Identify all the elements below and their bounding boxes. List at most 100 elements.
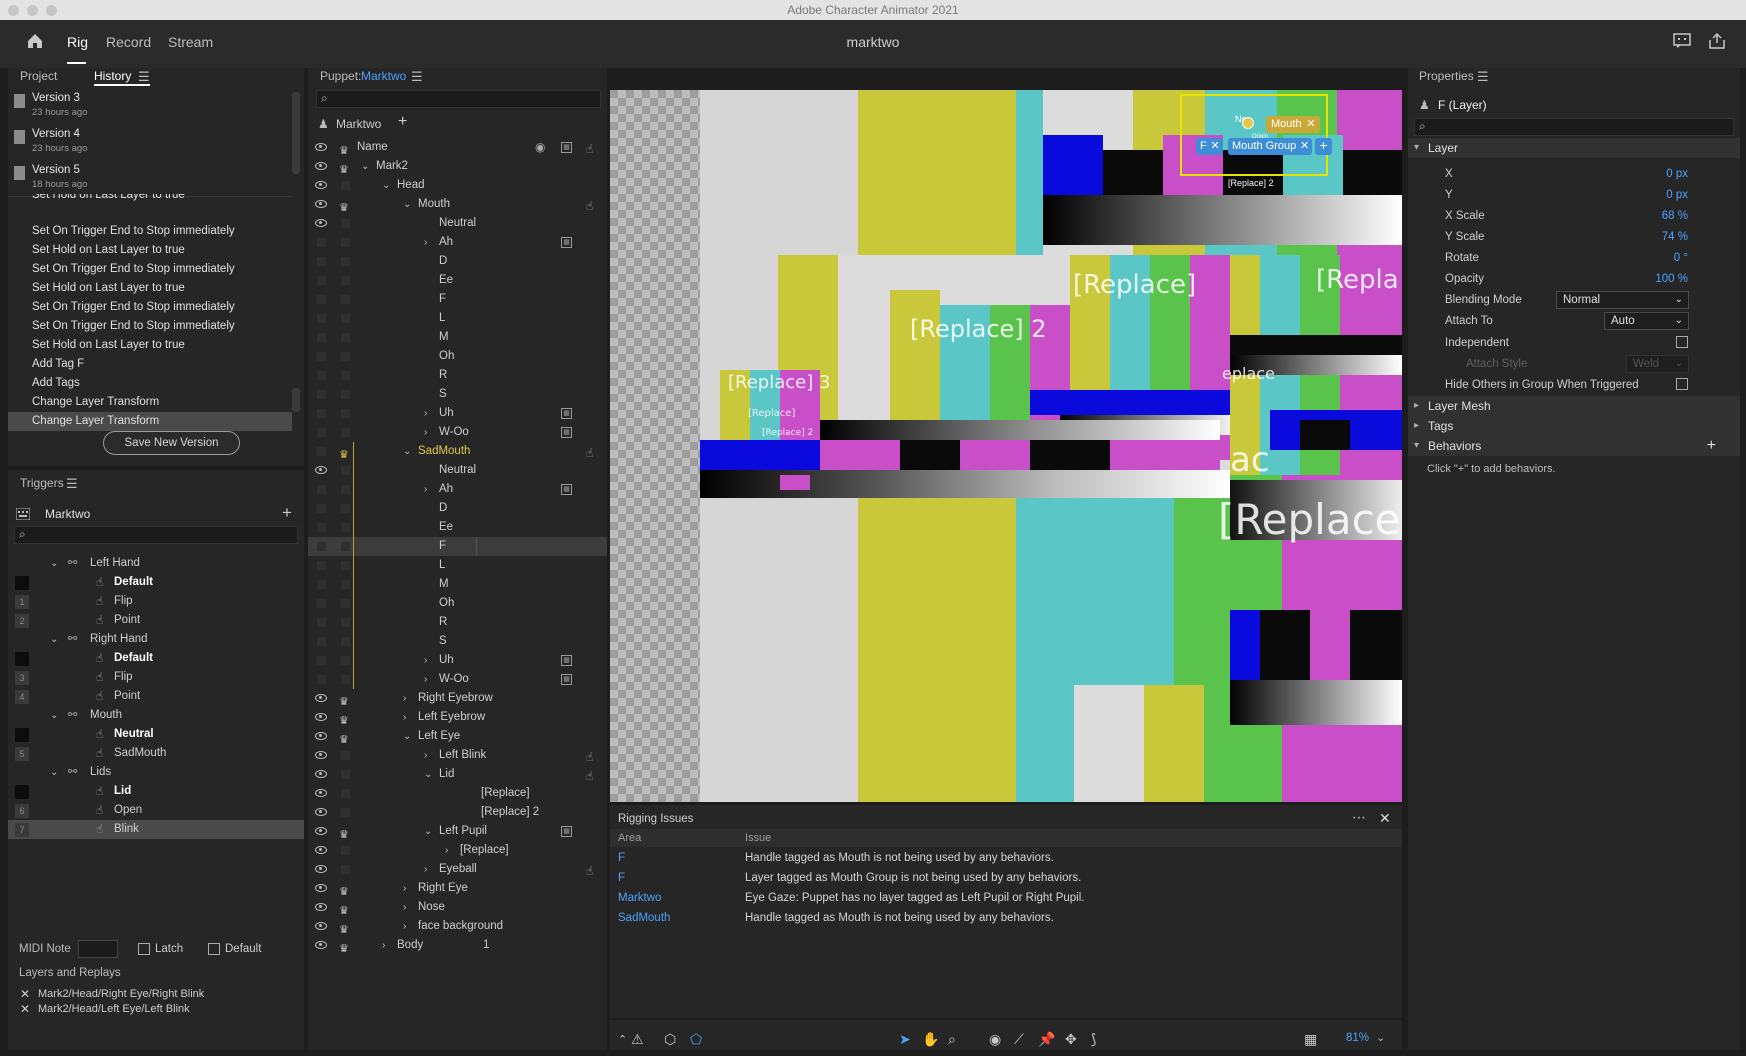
version-item[interactable]: Version 5 18 hours ago: [8, 162, 292, 196]
history-item[interactable]: Add Tag F: [8, 355, 292, 374]
independence-toggle[interactable]: [341, 637, 350, 646]
visibility-toggle[interactable]: [317, 675, 326, 684]
independence-toggle[interactable]: [341, 789, 350, 798]
eye-icon[interactable]: [315, 694, 327, 702]
chevron-down-icon[interactable]: ⌄: [50, 630, 58, 649]
close-icon[interactable]: ✕: [1211, 138, 1220, 155]
layer-row[interactable]: D: [308, 252, 607, 271]
layer-row[interactable]: M: [308, 328, 607, 347]
triggers-search-input[interactable]: ⌕: [14, 526, 298, 544]
visibility-toggle[interactable]: [317, 257, 326, 266]
grid-icon[interactable]: ▦: [561, 826, 572, 837]
chevron-down-icon[interactable]: ⌄: [424, 822, 432, 841]
layer-row[interactable]: Ee: [308, 271, 607, 290]
history-item[interactable]: Set Hold on Last Layer to true: [8, 241, 292, 260]
eye-icon[interactable]: [315, 219, 327, 227]
crown-icon[interactable]: ♛: [339, 940, 349, 959]
more-options-icon[interactable]: ⋯: [1352, 809, 1366, 826]
visibility-toggle[interactable]: [317, 238, 326, 247]
trigger-group[interactable]: ⌄ ⚯ Mouth: [8, 706, 304, 725]
visibility-toggle[interactable]: [317, 276, 326, 285]
rotate-value[interactable]: 0 °: [1600, 252, 1688, 264]
trigger-item[interactable]: ☝ Neutral: [8, 725, 304, 744]
eye-icon[interactable]: [315, 200, 327, 208]
eye-icon[interactable]: [315, 827, 327, 835]
eye-icon[interactable]: [315, 846, 327, 854]
eye-icon[interactable]: [315, 751, 327, 759]
chevron-down-icon[interactable]: ⌄: [50, 706, 58, 725]
trigger-item[interactable]: 6 ☝ Open: [8, 801, 304, 820]
trigger-item[interactable]: 5 ☝ SadMouth: [8, 744, 304, 763]
independence-toggle[interactable]: [341, 485, 350, 494]
independence-toggle[interactable]: [341, 295, 350, 304]
layer-row[interactable]: Oh: [308, 594, 607, 613]
chevron-right-icon[interactable]: ›: [403, 879, 406, 898]
puppet-search-input[interactable]: ⌕: [316, 90, 601, 108]
layer-row[interactable]: ♛ ⌄ Left Eye: [308, 727, 607, 746]
transparency-grid-icon[interactable]: ▦: [1304, 1031, 1317, 1048]
independence-toggle[interactable]: [341, 770, 350, 779]
chevron-right-icon[interactable]: ›: [403, 689, 406, 708]
trigger-key[interactable]: 4: [15, 690, 29, 704]
selection-tool-icon[interactable]: ➤: [899, 1031, 911, 1048]
trigger-item[interactable]: ☝ Default: [8, 573, 304, 592]
independence-toggle[interactable]: [341, 542, 350, 551]
layer-row[interactable]: ♛ › Body 1: [308, 936, 607, 955]
grid-icon[interactable]: ▦: [561, 655, 572, 666]
trigger-item[interactable]: 1 ☝ Flip: [8, 592, 304, 611]
issue-row[interactable]: F Handle tagged as Mouth is not being use…: [610, 848, 1402, 869]
mesh-icon[interactable]: ⬡: [664, 1031, 676, 1048]
grid-icon[interactable]: ▦: [561, 484, 572, 495]
layer-row[interactable]: M: [308, 575, 607, 594]
layer-row[interactable]: [Replace]: [308, 784, 607, 803]
independence-toggle[interactable]: [341, 466, 350, 475]
chevron-right-icon[interactable]: ›: [403, 917, 406, 936]
origin-tool-icon[interactable]: ◉: [989, 1031, 1001, 1048]
trigger-group[interactable]: ⌄ ⚯ Lids: [8, 763, 304, 782]
trigger-group[interactable]: ⌄ ⚯ Left Hand: [8, 554, 304, 573]
close-icon[interactable]: ✕: [1379, 810, 1391, 827]
x-value[interactable]: 0 px: [1600, 168, 1688, 180]
eye-icon[interactable]: [315, 181, 327, 189]
y-value[interactable]: 0 px: [1600, 189, 1688, 201]
history-item[interactable]: Change Layer Transform: [8, 393, 292, 412]
layer-row[interactable]: ♛ › Left Eyebrow: [308, 708, 607, 727]
independence-toggle[interactable]: [341, 352, 350, 361]
visibility-toggle[interactable]: [317, 656, 326, 665]
visibility-toggle[interactable]: [317, 314, 326, 323]
independence-toggle[interactable]: [341, 561, 350, 570]
independence-toggle[interactable]: [341, 865, 350, 874]
layer-row[interactable]: [Replace] 2: [308, 803, 607, 822]
y-scale-value[interactable]: 74 %: [1600, 231, 1688, 243]
eye-icon[interactable]: [315, 808, 327, 816]
zoom-tool-icon[interactable]: ⌕: [948, 1031, 956, 1048]
layer-row[interactable]: ♛ ⌄ Mark2: [308, 157, 607, 176]
independence-toggle[interactable]: [341, 390, 350, 399]
visibility-toggle[interactable]: [317, 637, 326, 646]
tab-history[interactable]: History: [94, 69, 131, 83]
history-item[interactable]: Set Hold on Last Layer to true: [8, 279, 292, 298]
visibility-toggle[interactable]: [317, 352, 326, 361]
layer-row[interactable]: › Uh ▦: [308, 404, 607, 423]
issue-row[interactable]: Marktwo Eye Gaze: Puppet has no layer tag…: [610, 888, 1402, 909]
chevron-down-icon[interactable]: ⌄: [382, 176, 390, 195]
eye-icon[interactable]: [315, 865, 327, 873]
layer-row[interactable]: F: [308, 537, 607, 556]
remove-icon[interactable]: ✕: [20, 1002, 30, 1016]
independence-toggle[interactable]: [341, 314, 350, 323]
save-new-version-button[interactable]: Save New Version: [103, 431, 240, 455]
mouth-tag[interactable]: Mouth ✕: [1266, 116, 1320, 133]
visibility-toggle[interactable]: [317, 428, 326, 437]
eye-icon[interactable]: [315, 884, 327, 892]
independence-toggle[interactable]: [341, 333, 350, 342]
add-tag-button[interactable]: +: [1315, 138, 1332, 155]
history-item[interactable]: Set Hold on Last Layer to true: [8, 194, 292, 204]
chevron-right-icon[interactable]: ›: [403, 708, 406, 727]
versions-scrollbar[interactable]: [292, 92, 300, 174]
eye-icon[interactable]: [315, 941, 327, 949]
chevron-right-icon[interactable]: ›: [403, 898, 406, 917]
chevron-right-icon[interactable]: ›: [424, 746, 427, 765]
issue-area-link[interactable]: SadMouth: [618, 908, 670, 929]
chevron-right-icon[interactable]: ›: [424, 670, 427, 689]
add-trigger-button[interactable]: +: [282, 503, 292, 523]
